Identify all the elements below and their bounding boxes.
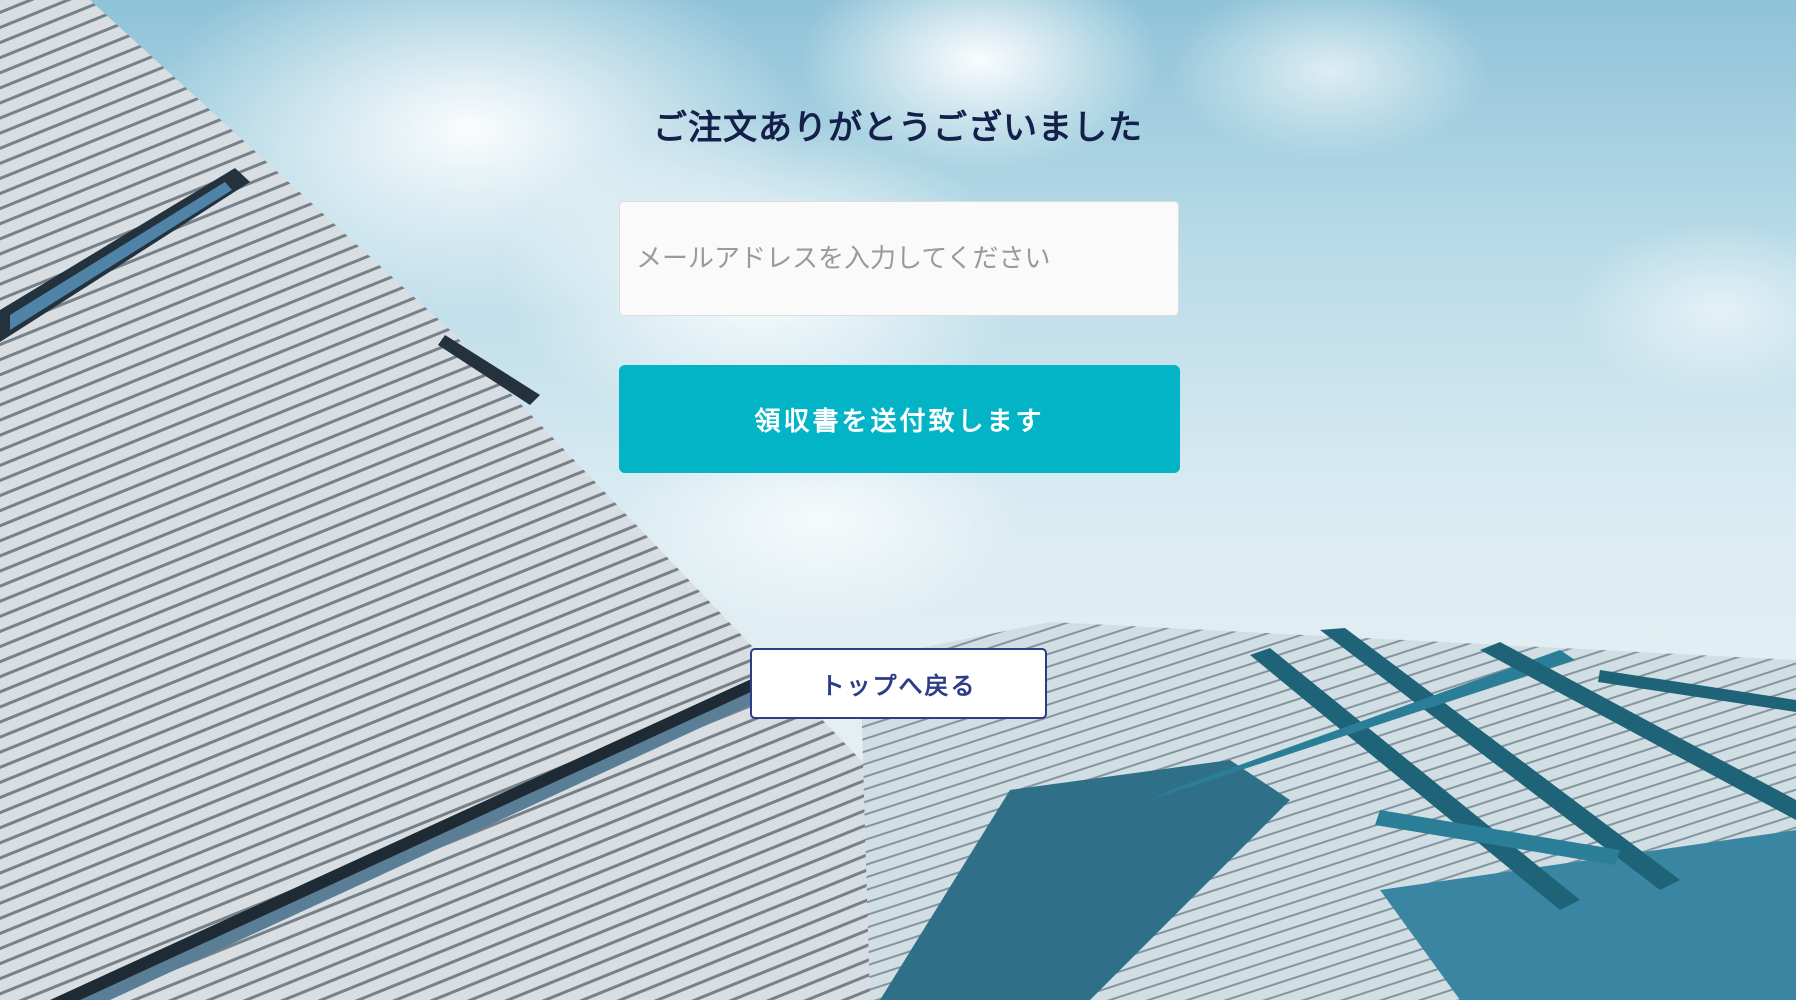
receipt-page: ご注文ありがとうございました 領収書を送付致します トップへ戻る bbox=[0, 0, 1796, 1000]
receipt-form: ご注文ありがとうございました 領収書を送付致します トップへ戻る bbox=[0, 0, 1796, 1000]
email-input[interactable] bbox=[619, 201, 1179, 316]
back-to-top-button[interactable]: トップへ戻る bbox=[750, 648, 1047, 719]
send-receipt-button[interactable]: 領収書を送付致します bbox=[619, 365, 1180, 473]
page-title: ご注文ありがとうございました bbox=[653, 108, 1143, 148]
